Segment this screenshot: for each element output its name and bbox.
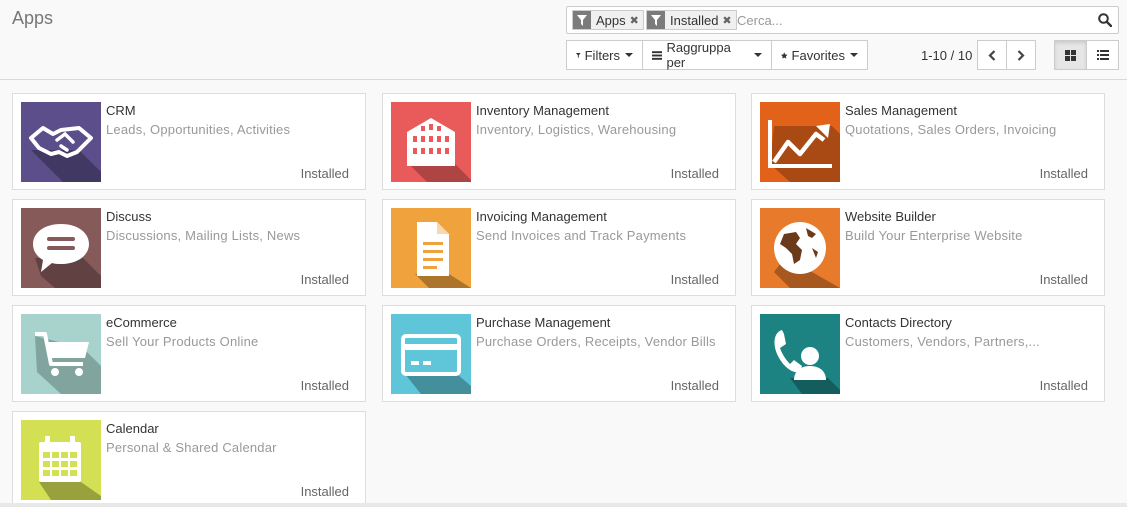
app-card-calendar[interactable]: Calendar Personal & Shared Calendar Inst… bbox=[12, 411, 366, 507]
list-bars-icon bbox=[652, 50, 663, 60]
app-card-inventory[interactable]: Inventory Management Inventory, Logistic… bbox=[382, 93, 736, 190]
pager-value[interactable]: 1-10 / 10 bbox=[921, 48, 972, 63]
app-summary: Build Your Enterprise Website bbox=[845, 228, 1023, 243]
app-status: Installed bbox=[1039, 378, 1088, 393]
page-title: Apps bbox=[12, 8, 54, 28]
filters-button[interactable]: Filters bbox=[566, 40, 643, 70]
app-card-crm[interactable]: CRM Leads, Opportunities, Activities Ins… bbox=[12, 93, 366, 190]
search-facet-installed[interactable]: Installed ✖ bbox=[646, 10, 737, 30]
remove-facet-icon[interactable]: ✖ bbox=[630, 14, 643, 27]
app-name[interactable]: Invoicing Management bbox=[476, 209, 607, 224]
app-summary: Purchase Orders, Receipts, Vendor Bills bbox=[476, 334, 716, 349]
pager-previous-button[interactable] bbox=[977, 40, 1007, 70]
app-summary: Send Invoices and Track Payments bbox=[476, 228, 687, 243]
chevron-right-icon bbox=[1017, 49, 1025, 61]
bottom-strip bbox=[0, 503, 1127, 507]
app-name[interactable]: Website Builder bbox=[845, 209, 936, 224]
app-name[interactable]: Discuss bbox=[106, 209, 152, 224]
search-input[interactable] bbox=[737, 11, 1077, 29]
app-summary: Leads, Opportunities, Activities bbox=[106, 122, 291, 137]
app-name[interactable]: Sales Management bbox=[845, 103, 957, 118]
contact-phone-icon bbox=[760, 314, 840, 394]
app-card-discuss[interactable]: Discuss Discussions, Mailing Lists, News… bbox=[12, 199, 366, 296]
app-status: Installed bbox=[670, 166, 719, 181]
app-name[interactable]: Inventory Management bbox=[476, 103, 609, 118]
app-summary: Personal & Shared Calendar bbox=[106, 440, 277, 455]
filters-label: Filters bbox=[584, 47, 620, 63]
trend-chart-icon bbox=[760, 102, 840, 182]
favorites-button[interactable]: Favorites bbox=[771, 40, 868, 70]
app-name[interactable]: eCommerce bbox=[106, 315, 177, 330]
chevron-left-icon bbox=[988, 49, 996, 61]
star-icon bbox=[781, 51, 788, 59]
handshake-icon bbox=[21, 102, 101, 182]
remove-facet-icon[interactable]: ✖ bbox=[722, 14, 735, 27]
app-status: Installed bbox=[670, 272, 719, 287]
chat-bubble-icon bbox=[21, 208, 101, 288]
list-icon bbox=[1096, 50, 1109, 60]
app-card-website[interactable]: Website Builder Build Your Enterprise We… bbox=[751, 199, 1105, 296]
pager-next-button[interactable] bbox=[1006, 40, 1036, 70]
app-status: Installed bbox=[300, 166, 349, 181]
app-summary: Quotations, Sales Orders, Invoicing bbox=[845, 122, 1057, 137]
warehouse-icon bbox=[391, 102, 471, 182]
app-card-sales[interactable]: Sales Management Quotations, Sales Order… bbox=[751, 93, 1105, 190]
app-status: Installed bbox=[1039, 272, 1088, 287]
grid-icon bbox=[1065, 49, 1076, 61]
app-name[interactable]: Calendar bbox=[106, 421, 159, 436]
app-card-invoicing[interactable]: Invoicing Management Send Invoices and T… bbox=[382, 199, 736, 296]
app-name[interactable]: Purchase Management bbox=[476, 315, 610, 330]
search-bar[interactable]: Apps ✖ Installed ✖ bbox=[566, 6, 1119, 34]
filter-icon bbox=[573, 11, 591, 29]
calendar-icon bbox=[21, 420, 101, 500]
groupby-label: Raggruppa per bbox=[666, 40, 731, 70]
control-panel: Apps Apps ✖ Installed ✖ Filters Raggrupp… bbox=[0, 0, 1127, 80]
globe-icon bbox=[760, 208, 840, 288]
groupby-button[interactable]: Raggruppa per bbox=[642, 40, 772, 70]
search-facet-apps[interactable]: Apps ✖ bbox=[572, 10, 644, 30]
credit-card-icon bbox=[391, 314, 471, 394]
app-summary: Customers, Vendors, Partners,... bbox=[845, 334, 1040, 349]
filter-icon bbox=[576, 52, 581, 58]
app-status: Installed bbox=[670, 378, 719, 393]
app-summary: Sell Your Products Online bbox=[106, 334, 259, 349]
shopping-cart-icon bbox=[21, 314, 101, 394]
facet-label: Apps bbox=[596, 12, 626, 28]
document-icon bbox=[391, 208, 471, 288]
search-icon[interactable] bbox=[1098, 13, 1113, 30]
app-card-ecommerce[interactable]: eCommerce Sell Your Products Online Inst… bbox=[12, 305, 366, 402]
app-card-contacts[interactable]: Contacts Directory Customers, Vendors, P… bbox=[751, 305, 1105, 402]
filter-icon bbox=[647, 11, 665, 29]
app-summary: Inventory, Logistics, Warehousing bbox=[476, 122, 677, 137]
app-name[interactable]: CRM bbox=[106, 103, 136, 118]
app-status: Installed bbox=[300, 378, 349, 393]
kanban-view-button[interactable] bbox=[1054, 40, 1087, 70]
app-name[interactable]: Contacts Directory bbox=[845, 315, 952, 330]
app-status: Installed bbox=[300, 484, 349, 499]
app-status: Installed bbox=[1039, 166, 1088, 181]
app-summary: Discussions, Mailing Lists, News bbox=[106, 228, 301, 243]
list-view-button[interactable] bbox=[1086, 40, 1119, 70]
app-status: Installed bbox=[300, 272, 349, 287]
app-card-purchase[interactable]: Purchase Management Purchase Orders, Rec… bbox=[382, 305, 736, 402]
favorites-label: Favorites bbox=[791, 47, 845, 63]
facet-label: Installed bbox=[670, 12, 719, 28]
